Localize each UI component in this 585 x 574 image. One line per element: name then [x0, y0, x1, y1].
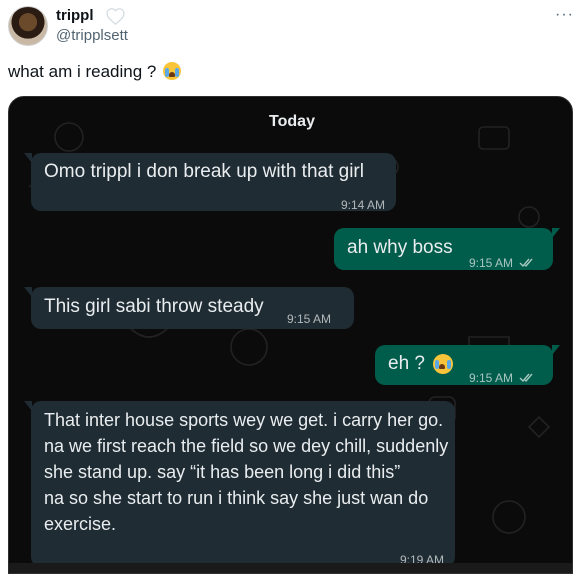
chat-message-outgoing[interactable]: ah why boss 9:15 AM: [334, 228, 560, 270]
loudly-crying-face-icon: [433, 354, 453, 374]
loudly-crying-face-icon: [163, 62, 182, 80]
avatar[interactable]: [8, 6, 48, 46]
message-time-wrap: 9:15 AM: [469, 365, 535, 391]
white-heart-icon: [106, 8, 125, 25]
tweet-text: what am i reading ?: [8, 62, 182, 82]
message-time-wrap: 9:15 AM: [469, 250, 535, 276]
message-time: 9:14 AM: [340, 198, 385, 212]
message-text: ah why boss: [347, 237, 453, 258]
tweet-media-image[interactable]: Today Omo trippl i don break up with tha…: [8, 96, 573, 574]
tweet-text-body: what am i reading ?: [8, 62, 157, 81]
message-text: eh ?: [388, 353, 425, 374]
chat-message-incoming[interactable]: That inter house sports wey we get. i ca…: [24, 401, 455, 567]
message-time: 9:15 AM: [287, 312, 332, 326]
chat-message-outgoing[interactable]: eh ? 9:15 AM: [375, 345, 560, 385]
chat-message-incoming[interactable]: This girl sabi throw steady 9:15 AM: [24, 287, 354, 329]
message-text: That inter house sports wey we get. i ca…: [44, 410, 449, 534]
display-name[interactable]: trippl: [56, 7, 94, 24]
message-time: 9:15 AM: [469, 256, 514, 270]
media-bottom-strip: [9, 563, 572, 573]
more-options-icon[interactable]: ···: [555, 6, 574, 24]
tweet-header: trippl @tripplsett ···: [8, 6, 578, 50]
double-check-icon: [519, 258, 533, 268]
message-time: 9:15 AM: [469, 371, 514, 385]
chat-message-incoming[interactable]: Omo trippl i don break up with that girl…: [24, 153, 396, 212]
double-check-icon: [519, 373, 533, 383]
date-chip: Today: [269, 113, 315, 130]
message-text: This girl sabi throw steady: [44, 296, 264, 317]
message-text: Omo trippl i don break up with that girl: [44, 161, 364, 182]
user-handle[interactable]: @tripplsett: [56, 27, 128, 44]
